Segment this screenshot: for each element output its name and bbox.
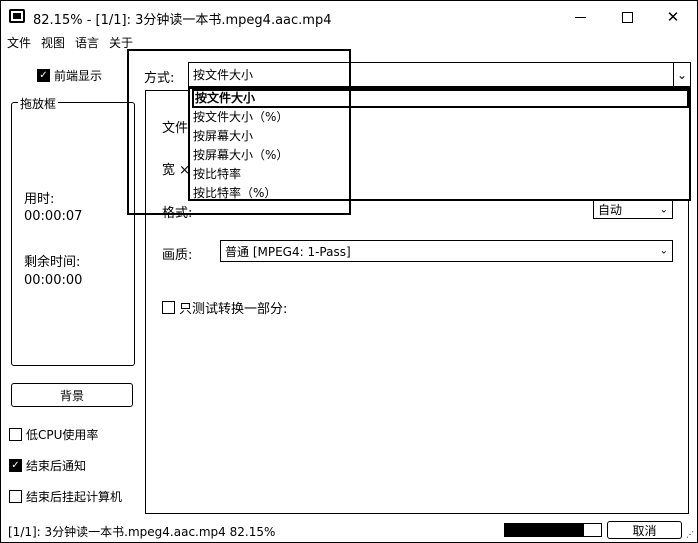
method-dropdown-list: 按文件大小 按文件大小（%） 按屏幕大小 按屏幕大小（%） 按比特率 按比特率（… (188, 87, 691, 201)
method-select[interactable]: 按文件大小 (188, 62, 676, 87)
remaining-label: 剩余时间: (24, 255, 81, 270)
format-label: 格式: (162, 206, 193, 221)
dropdown-option[interactable]: 按屏幕大小 (192, 127, 689, 146)
low-cpu-label: 低CPU使用率 (26, 428, 99, 442)
check-icon: ✓ (9, 459, 22, 472)
topmost-checkbox[interactable]: ✓ 前端显示 (37, 67, 102, 84)
quality-value: 普通 [MPEG4: 1-Pass] (225, 244, 351, 259)
dropdown-option[interactable]: 按比特率（%） (192, 184, 689, 203)
method-label: 方式: (144, 71, 175, 86)
check-icon: ✓ (37, 69, 50, 82)
progress-fill (505, 524, 584, 536)
topmost-label: 前端显示 (54, 69, 103, 83)
notify-label: 结束后通知 (26, 459, 87, 473)
suspend-checkbox[interactable]: 结束后挂起计算机 (9, 488, 122, 505)
notify-checkbox[interactable]: ✓ 结束后通知 (9, 457, 86, 474)
close-button[interactable]: ✕ (651, 1, 695, 33)
partial-convert-checkbox[interactable]: 只测试转换一部分: (162, 298, 287, 317)
dropdown-option[interactable]: 按屏幕大小（%） (192, 146, 689, 165)
maximize-icon (621, 11, 633, 23)
elapsed-label: 用时: (24, 192, 55, 207)
dropdown-option[interactable]: 按文件大小 (192, 89, 689, 108)
cancel-button[interactable]: 取消 (607, 521, 682, 539)
progress-bar (504, 523, 602, 537)
quality-select[interactable]: 普通 [MPEG4: 1-Pass] ⌄ (220, 240, 673, 262)
background-button[interactable]: 背景 (11, 383, 133, 407)
checkbox-unchecked-icon (162, 301, 175, 314)
format-value: 自动 (598, 203, 623, 217)
chevron-down-icon: ⌄ (659, 245, 668, 257)
menu-view[interactable]: 视图 (37, 34, 69, 54)
resize-grip-icon[interactable]: ⋰ (686, 530, 694, 539)
low-cpu-checkbox[interactable]: 低CPU使用率 (9, 426, 98, 443)
chevron-down-icon: ⌄ (659, 204, 668, 215)
menu-bar: 文件 视图 语言 关于 (1, 34, 137, 54)
minimize-button[interactable] (558, 1, 602, 33)
method-dropdown-button[interactable]: ⌄ (673, 62, 691, 87)
checkbox-unchecked-icon (9, 428, 22, 441)
menu-language[interactable]: 语言 (71, 34, 103, 54)
file-label: 文件 (162, 121, 189, 136)
remaining-value: 00:00:00 (24, 273, 83, 288)
minimize-icon (574, 16, 586, 18)
status-text: [1/1]: 3分钟读一本书.mpeg4.aac.mp4 82.15% (8, 525, 276, 539)
quality-label: 画质: (162, 248, 193, 263)
checkbox-unchecked-icon (9, 490, 22, 503)
app-icon (9, 9, 25, 23)
suspend-label: 结束后挂起计算机 (26, 490, 123, 504)
menu-file[interactable]: 文件 (3, 34, 35, 54)
maximize-button[interactable] (605, 1, 649, 33)
drop-box-title: 拖放框 (18, 95, 59, 112)
elapsed-value: 00:00:07 (24, 209, 83, 224)
drop-box[interactable]: 拖放框 用时: 00:00:07 剩余时间: 00:00:00 (11, 95, 135, 366)
method-value: 按文件大小 (193, 68, 254, 82)
close-icon: ✕ (666, 8, 680, 26)
width-label: 宽 × (162, 163, 191, 178)
chevron-down-icon: ⌄ (676, 67, 688, 82)
menu-about[interactable]: 关于 (105, 34, 137, 54)
main-window: 82.15% - [1/1]: 3分钟读一本书.mpeg4.aac.mp4 ✕ … (0, 0, 698, 543)
window-title: 82.15% - [1/1]: 3分钟读一本书.mpeg4.aac.mp4 (33, 13, 332, 28)
partial-convert-label: 只测试转换一部分: (179, 302, 288, 317)
title-bar: 82.15% - [1/1]: 3分钟读一本书.mpeg4.aac.mp4 ✕ (1, 1, 697, 33)
dropdown-option[interactable]: 按比特率 (192, 165, 689, 184)
dropdown-option[interactable]: 按文件大小（%） (192, 108, 689, 127)
